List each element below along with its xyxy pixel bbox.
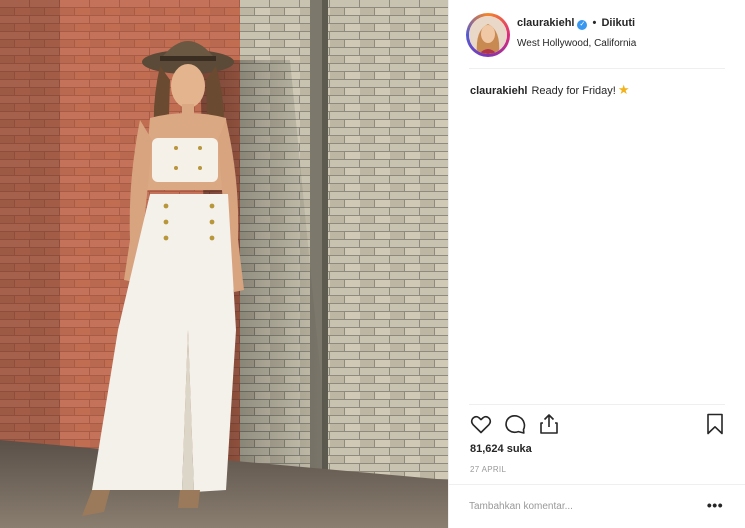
heart-icon[interactable] [469,412,493,436]
follow-status-button[interactable]: Diikuti [601,17,635,29]
photo-image [0,0,448,528]
bookmark-icon[interactable] [703,412,727,436]
share-icon[interactable] [537,412,561,436]
caption-username[interactable]: claurakiehl [470,85,527,97]
comment-row: ••• [449,485,745,528]
action-bar [467,412,729,436]
post-photo[interactable] [0,0,448,528]
post-sidebar: claurakiehl ✓ • Diikuti West Hollywood, C… [448,0,745,528]
star-emoji-icon: ★ [617,82,630,97]
comment-input[interactable] [469,497,689,515]
header-username-row: claurakiehl ✓ • Diikuti [517,17,635,30]
more-options-icon[interactable]: ••• [704,495,726,515]
avatar-story-ring[interactable] [466,13,510,57]
separator-dot: • [592,17,597,29]
location-link[interactable]: West Hollywood, California [517,38,636,49]
likes-count[interactable]: 81,624 suka [470,443,532,455]
caption-text: Ready for Friday! [531,85,616,97]
actions-divider [469,404,725,405]
header-username[interactable]: claurakiehl [517,17,574,29]
post-date[interactable]: 27 APRIL [470,465,506,474]
verified-badge-icon: ✓ [577,20,588,30]
header-divider [469,68,725,69]
post-caption: claurakiehl Ready for Friday! ★ [470,82,630,98]
avatar[interactable] [469,16,507,54]
comment-icon[interactable] [503,412,527,436]
post-header: claurakiehl ✓ • Diikuti West Hollywood, C… [449,0,745,69]
